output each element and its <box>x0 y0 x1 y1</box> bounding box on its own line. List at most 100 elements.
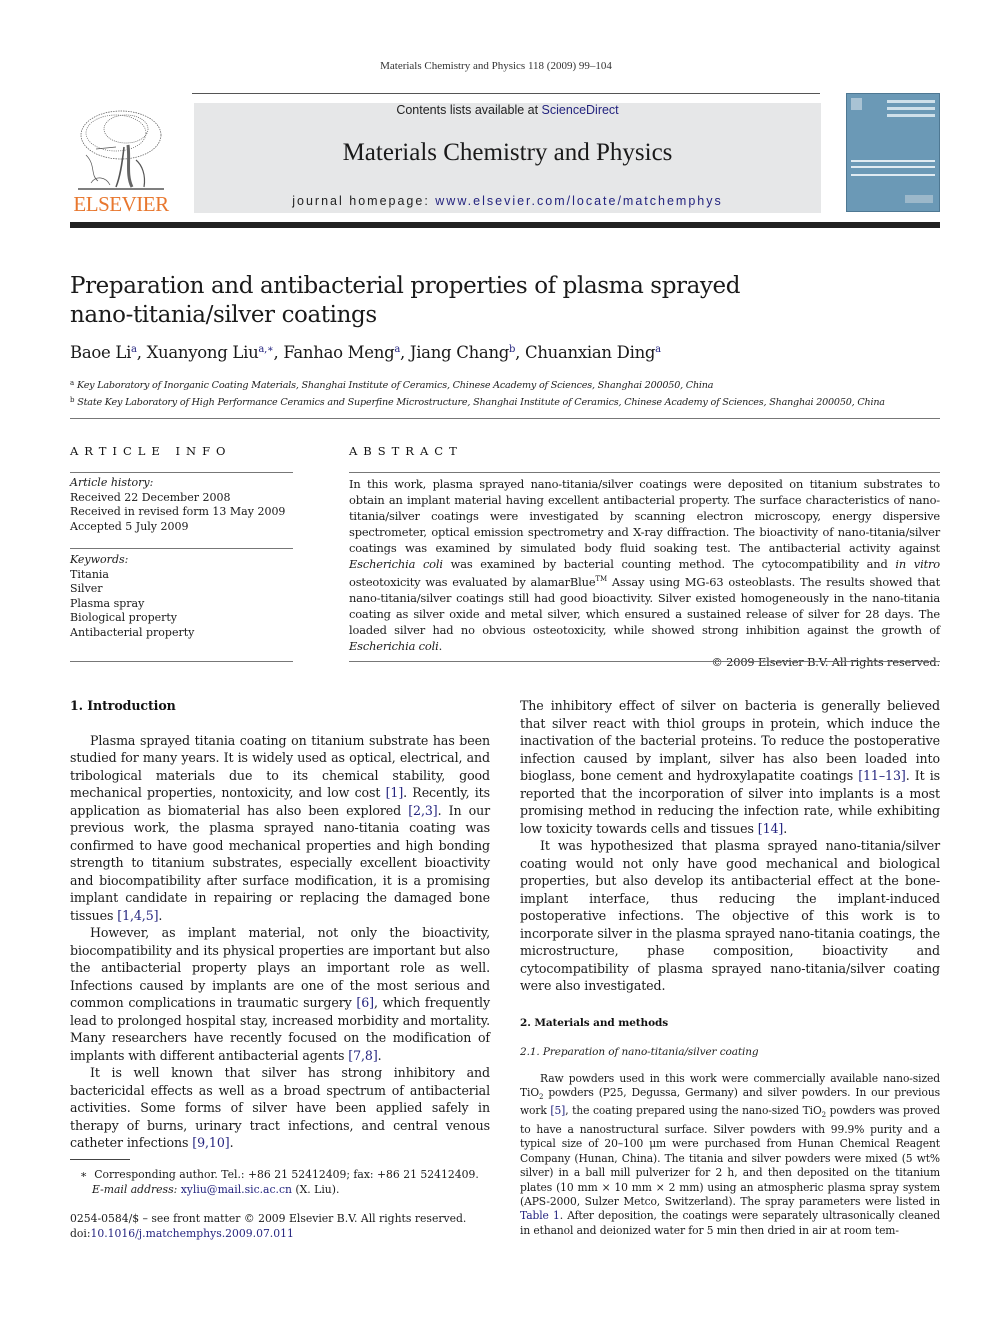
doi-link[interactable]: 10.1016/j.matchemphys.2009.07.011 <box>91 1227 294 1240</box>
author-name[interactable]: Jiang Chang <box>410 343 509 362</box>
cover-title-line: PHYSICS <box>917 144 939 155</box>
text-span: . In our previous work, the plasma spray… <box>70 802 491 923</box>
text-span: powders was proved to have a nanostructu… <box>520 1104 940 1209</box>
doi-line: doi:10.1016/j.matchemphys.2009.07.011 <box>70 1226 500 1241</box>
section-heading: 2. Materials and methods <box>520 1016 669 1029</box>
email-link[interactable]: xyliu@mail.sic.ac.cn <box>181 1183 292 1196</box>
article-history: Article history: Received 22 December 20… <box>70 476 293 534</box>
journal-banner: Contents lists available at ScienceDirec… <box>194 103 821 213</box>
abstract-span: osteotoxicity was evaluated by alamarBlu… <box>349 575 596 590</box>
abstract-span: . <box>438 638 443 653</box>
divider <box>70 418 940 419</box>
article-info-heading: ARTICLE INFO <box>70 444 232 458</box>
citation-link[interactable]: [2,3] <box>408 803 437 818</box>
citation-link[interactable]: [9,10] <box>192 1135 229 1150</box>
footnote-line: ∗ Corresponding author. Tel.: +86 21 524… <box>80 1167 500 1182</box>
author-affil-mark[interactable]: a <box>655 344 661 355</box>
history-item: Accepted 5 July 2009 <box>70 519 189 533</box>
title-line: nano-titania/silver coatings <box>70 302 377 328</box>
footnote-rule <box>70 1159 130 1160</box>
citation-link[interactable]: [5] <box>550 1104 565 1117</box>
email-suffix: (X. Liu). <box>291 1183 340 1196</box>
elsevier-logo[interactable]: ELSEVIER <box>70 105 172 217</box>
divider <box>349 472 940 473</box>
subsection-heading: 2.1. Preparation of nano-titania/silver … <box>520 1046 759 1058</box>
citation-link[interactable]: [7,8] <box>348 1048 377 1063</box>
methods-body: Raw powders used in this work were comme… <box>520 1072 940 1239</box>
affiliation: a Key Laboratory of Inorganic Coating Mat… <box>70 376 885 393</box>
title-line: Preparation and antibacterial properties… <box>70 273 741 299</box>
divider <box>70 548 293 549</box>
keyword: Titania <box>70 567 109 581</box>
keyword: Biological property <box>70 611 178 625</box>
paragraph: Raw powders used in this work were comme… <box>520 1072 940 1239</box>
text-span: . <box>783 820 788 836</box>
elsevier-tree-logo-icon <box>78 110 164 190</box>
cover-publisher-mark <box>905 195 933 203</box>
footnote-email-line: E-mail address: xyliu@mail.sic.ac.cn (X.… <box>80 1182 500 1197</box>
citation-link[interactable]: [11–13] <box>858 768 906 783</box>
paragraph: It is well known that silver has strong … <box>70 1064 490 1152</box>
journal-cover-thumbnail[interactable]: MATERIALS CHEMISTRY AND PHYSICS <box>846 93 940 212</box>
sciencedirect-link[interactable]: ScienceDirect <box>542 103 619 117</box>
abstract-text: In this work, plasma sprayed nano-titani… <box>349 477 940 655</box>
homepage-prefix: journal homepage: <box>292 194 436 208</box>
text-span: . <box>229 1135 234 1150</box>
author-name[interactable]: Baoe Li <box>70 343 131 362</box>
history-label: Article history: <box>70 476 154 489</box>
table-link[interactable]: Table 1 <box>520 1209 560 1222</box>
affiliation-mark: a <box>70 379 74 387</box>
cover-stripe <box>851 174 935 176</box>
keywords: Keywords: Titania Silver Plasma spray Bi… <box>70 553 293 641</box>
author-name[interactable]: Chuanxian Ding <box>525 343 655 362</box>
article-title: Preparation and antibacterial properties… <box>70 272 870 330</box>
abstract-span: was examined by bacterial counting metho… <box>442 556 896 571</box>
cover-stripe <box>887 100 935 103</box>
keyword: Plasma spray <box>70 596 145 610</box>
abstract-italic: in vitro <box>895 556 941 571</box>
author-name[interactable]: Xuanyong Liu <box>147 343 259 362</box>
abstract-copyright: © 2009 Elsevier B.V. All rights reserved… <box>349 655 940 671</box>
cover-title: MATERIALS CHEMISTRY AND PHYSICS <box>917 122 939 155</box>
citation-link[interactable]: [14] <box>758 821 784 836</box>
citation-link[interactable]: [1] <box>386 785 404 800</box>
author-name[interactable]: Fanhao Meng <box>283 343 394 362</box>
text-span: , the coating prepared using the nano-si… <box>565 1104 822 1118</box>
corresponding-author-footnote: ∗ Corresponding author. Tel.: +86 21 524… <box>80 1167 500 1197</box>
author-affil-mark[interactable]: b <box>509 344 515 355</box>
homepage-line: journal homepage: www.elsevier.com/locat… <box>194 194 821 208</box>
affiliation: b State Key Laboratory of High Performanc… <box>70 393 885 410</box>
history-item: Received in revised form 13 May 2009 <box>70 505 286 519</box>
species-name: Escherichia coli <box>349 556 443 571</box>
author-affil-mark[interactable]: a <box>394 344 400 355</box>
footnote-text: Corresponding author. Tel.: +86 21 52412… <box>94 1168 479 1181</box>
author-affil-mark[interactable]: a,∗ <box>258 344 273 355</box>
keyword: Antibacterial property <box>70 625 195 639</box>
paragraph: The inhibitory effect of silver on bacte… <box>520 697 940 837</box>
cover-stripe <box>887 114 935 117</box>
cover-title-line: CHEMISTRY AND <box>917 133 939 144</box>
front-matter-line: 0254-0584/$ – see front matter © 2009 El… <box>70 1212 467 1225</box>
keyword: Silver <box>70 582 103 596</box>
issn-block: 0254-0584/$ – see front matter © 2009 El… <box>70 1211 500 1241</box>
section-heading: 1. Introduction <box>70 698 176 713</box>
cover-stripe <box>851 166 935 168</box>
cover-badge-icon <box>851 98 862 110</box>
contents-prefix: Contents lists available at <box>396 103 542 117</box>
journal-name: Materials Chemistry and Physics <box>342 139 673 166</box>
cover-stripe <box>887 107 935 110</box>
affiliation-text: State Key Laboratory of High Performance… <box>77 397 885 408</box>
divider <box>70 661 293 662</box>
footnote-mark: ∗ <box>80 1168 88 1181</box>
cover-title-line: MATERIALS <box>917 122 939 133</box>
history-item: Received 22 December 2008 <box>70 490 231 504</box>
citation-link[interactable]: [1,4,5] <box>117 908 158 923</box>
email-label: E-mail address: <box>92 1183 178 1196</box>
citation-link[interactable]: [6] <box>356 995 374 1010</box>
abstract-body: In this work, plasma sprayed nano-titani… <box>349 477 940 671</box>
homepage-link[interactable]: www.elsevier.com/locate/matchemphys <box>435 194 722 208</box>
abstract-heading: ABSTRACT <box>349 444 463 458</box>
divider <box>349 661 940 662</box>
species-name: Escherichia coli <box>349 638 439 653</box>
author-affil-mark[interactable]: a <box>131 344 137 355</box>
